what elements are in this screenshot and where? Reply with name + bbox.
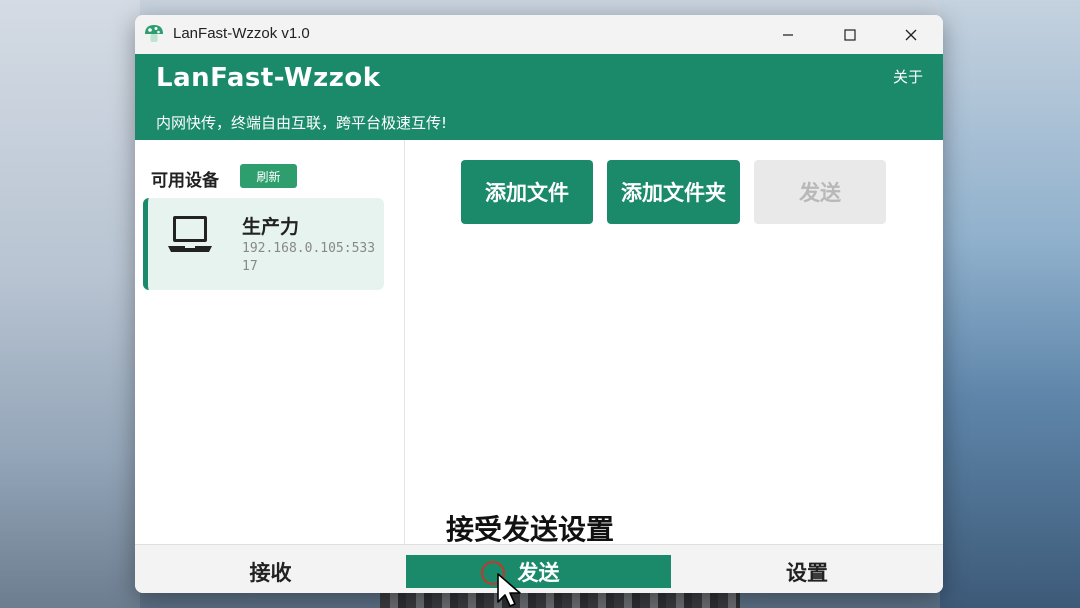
app-window: LanFast-Wzzok v1.0 LanFast-Wzzok 内网快传，终端… [135,15,943,593]
device-sidebar: 可用设备 刷新 生产力 192.168.0.105:53317 [135,140,405,544]
video-caption: 接受发送设置 [446,513,615,546]
send-button[interactable]: 发送 [754,160,886,224]
desktop-background-left [0,0,140,608]
minimize-icon [783,33,793,36]
refresh-button[interactable]: 刷新 [240,164,297,188]
title-bar[interactable]: LanFast-Wzzok v1.0 [135,15,943,54]
mouse-cursor-icon [497,573,521,607]
send-panel: 添加文件 添加文件夹 发送 [405,140,943,544]
tab-receive[interactable]: 接收 [135,555,406,588]
minimize-button[interactable] [765,15,811,54]
tab-send[interactable]: 发送 [406,555,671,588]
app-name: LanFast-Wzzok [156,63,381,93]
app-tagline: 内网快传，终端自由互联，跨平台极速互传! [156,114,448,132]
add-file-button[interactable]: 添加文件 [461,160,593,224]
close-button[interactable] [888,15,934,54]
device-name: 生产力 [242,216,300,238]
maximize-button[interactable] [827,15,873,54]
desktop-background-right [940,0,1080,608]
close-icon [905,29,917,40]
window-title: LanFast-Wzzok v1.0 [173,25,310,42]
tab-settings[interactable]: 设置 [671,555,943,588]
sidebar-title: 可用设备 [151,171,219,191]
bottom-nav: 接收 发送 设置 [135,544,943,593]
mushroom-icon [145,25,163,42]
maximize-icon [844,28,856,41]
add-folder-button[interactable]: 添加文件夹 [607,160,740,224]
laptop-icon [168,216,212,252]
about-link[interactable]: 关于 [893,66,923,87]
app-header: LanFast-Wzzok 内网快传，终端自由互联，跨平台极速互传! 关于 [135,54,943,140]
device-card[interactable]: 生产力 192.168.0.105:53317 [143,198,384,290]
device-address: 192.168.0.105:53317 [242,241,376,274]
